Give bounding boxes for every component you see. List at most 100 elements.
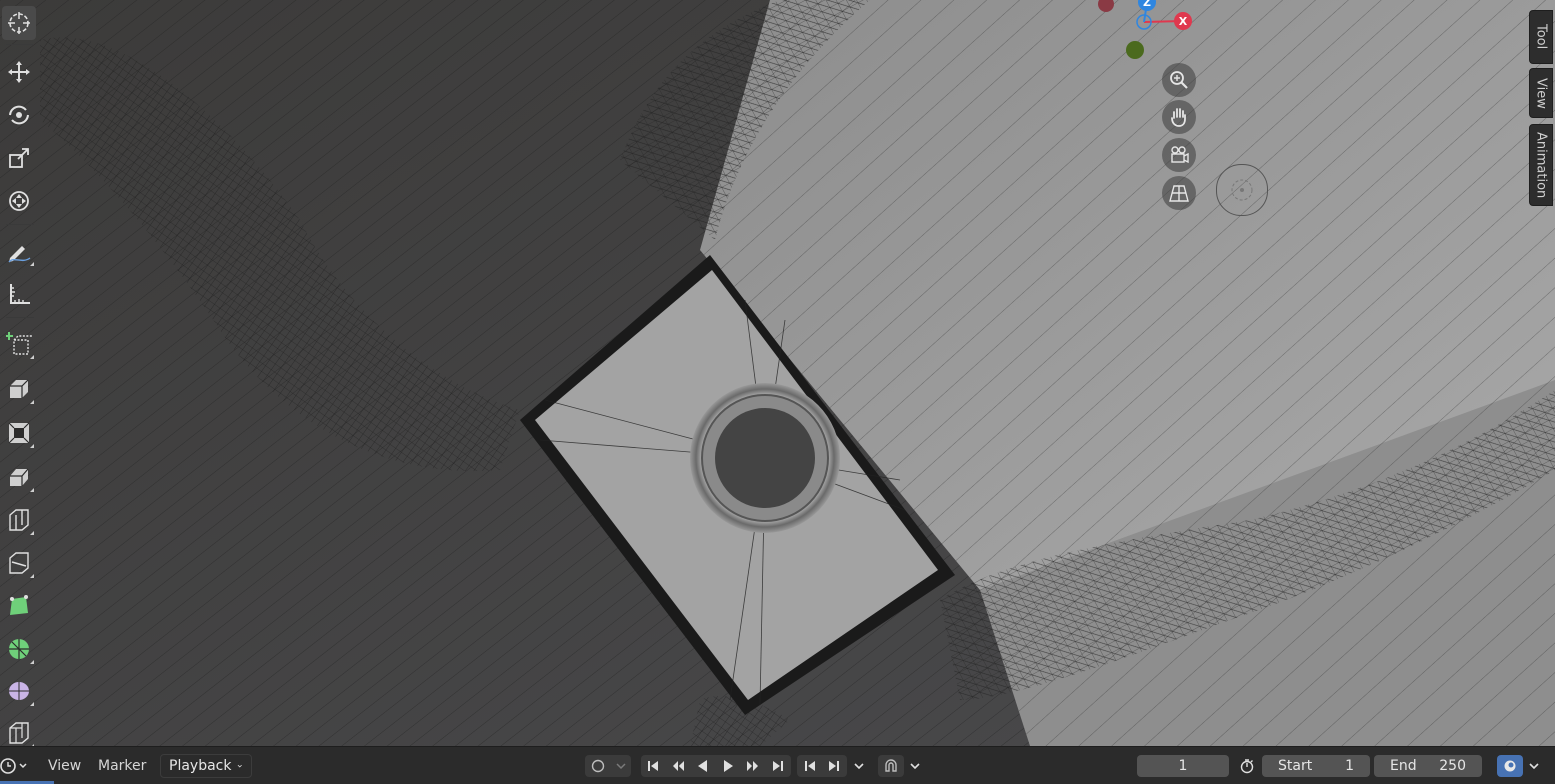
bevel-tool-button[interactable]	[2, 460, 36, 494]
magnet-icon	[885, 759, 897, 772]
extrude-icon	[10, 379, 29, 398]
measure-tool-button[interactable]	[2, 277, 36, 311]
current-frame-value: 1	[1178, 758, 1188, 774]
spin-tool-button[interactable]	[2, 632, 36, 666]
tab-animation[interactable]: Animation	[1529, 124, 1553, 206]
jump-to-start-button[interactable]	[641, 755, 665, 777]
zoom-icon	[1170, 71, 1188, 89]
next-keyframe-icon	[747, 761, 758, 771]
play-button[interactable]	[716, 755, 740, 777]
end-frame-field[interactable]: End 250	[1374, 755, 1482, 777]
rotate-tool-button[interactable]	[2, 98, 36, 132]
z-axis-label: Z	[1143, 0, 1151, 9]
tab-tool-label: Tool	[1533, 24, 1549, 50]
auto-keying-toggle[interactable]	[585, 755, 611, 777]
poly-build-tool-button[interactable]	[2, 589, 36, 623]
playback-dropdown[interactable]: Playback	[160, 754, 252, 778]
shear-tool-button[interactable]	[2, 716, 36, 746]
playback-dropdown-label: Playback	[169, 758, 232, 774]
record-icon	[591, 759, 605, 773]
start-frame-field[interactable]: Start 1	[1262, 755, 1370, 777]
snap-options-dropdown[interactable]	[903, 755, 927, 777]
inset-icon	[8, 422, 30, 444]
camera-icon	[1171, 146, 1189, 164]
sync-options-dropdown[interactable]	[1522, 755, 1546, 777]
transform-icon	[9, 191, 29, 211]
move-tool-button[interactable]	[2, 55, 36, 89]
tab-tool[interactable]: Tool	[1529, 10, 1553, 64]
stopwatch-icon	[1240, 759, 1254, 774]
camera-view-button[interactable]	[1162, 138, 1196, 172]
next-frame-icon	[829, 761, 839, 771]
loop-cut-icon	[9, 509, 29, 531]
play-reverse-button[interactable]	[691, 755, 715, 777]
editor-type-selector[interactable]	[0, 747, 34, 784]
annotate-icon	[8, 246, 31, 263]
mesh-wireframe-view	[0, 0, 1555, 746]
3d-viewport[interactable]: Z X Tool View Animation	[0, 0, 1555, 746]
tab-view[interactable]: View	[1529, 68, 1553, 118]
sync-mode-button[interactable]	[1497, 755, 1523, 777]
chevron-down-icon	[854, 763, 864, 770]
prev-frame-button[interactable]	[798, 755, 822, 777]
prev-frame-icon	[805, 761, 815, 771]
jump-prev-keyframe-button[interactable]	[666, 755, 690, 777]
view-lock-widget[interactable]	[1216, 164, 1268, 216]
rotate-icon	[9, 105, 29, 125]
knife-tool-button[interactable]	[2, 546, 36, 580]
jump-next-keyframe-button[interactable]	[741, 755, 765, 777]
next-frame-button[interactable]	[822, 755, 846, 777]
smooth-tool-button[interactable]	[2, 674, 36, 708]
bevel-icon	[10, 468, 29, 486]
neg-y-axis-handle[interactable]	[1126, 41, 1144, 59]
grid-icon	[1169, 185, 1189, 202]
view-menu[interactable]: View	[48, 747, 81, 784]
cursor-icon	[8, 12, 30, 34]
annotate-tool-button[interactable]	[2, 234, 36, 268]
jump-to-end-button[interactable]	[766, 755, 790, 777]
add-cube-tool-button[interactable]	[2, 327, 36, 361]
loop-cut-tool-button[interactable]	[2, 503, 36, 537]
pan-button[interactable]	[1162, 100, 1196, 134]
tool-shelf	[0, 0, 42, 746]
smooth-icon	[9, 682, 29, 700]
end-frame-value: 250	[1439, 758, 1466, 774]
neg-x-axis-handle[interactable]	[1098, 0, 1114, 12]
knife-icon	[9, 552, 29, 574]
start-frame-label: Start	[1278, 758, 1313, 774]
move-icon	[8, 61, 30, 83]
keying-options-dropdown[interactable]	[611, 755, 631, 777]
chevron-down-icon	[1529, 763, 1539, 770]
play-icon	[724, 760, 733, 772]
timeline-header: View Marker Playback 1 Start 1 End 250	[0, 746, 1555, 784]
tab-animation-label: Animation	[1533, 131, 1549, 199]
chevron-down-icon	[238, 764, 243, 768]
poly-build-icon	[10, 595, 28, 615]
clock-icon	[0, 757, 27, 774]
shear-icon	[9, 722, 29, 744]
snap-toggle[interactable]	[878, 755, 904, 777]
use-preview-range-toggle[interactable]	[1235, 755, 1259, 777]
end-frame-label: End	[1390, 758, 1417, 774]
inset-tool-button[interactable]	[2, 416, 36, 450]
current-frame-field[interactable]: 1	[1137, 755, 1229, 777]
navigation-gizmo[interactable]: Z X	[1090, 0, 1200, 70]
spin-icon	[9, 639, 29, 659]
chevron-down-icon	[616, 763, 626, 770]
extrude-tool-button[interactable]	[2, 372, 36, 406]
scale-tool-button[interactable]	[2, 141, 36, 175]
cursor-tool-button[interactable]	[2, 6, 36, 40]
ortho-toggle-button[interactable]	[1162, 176, 1196, 210]
tab-view-label: View	[1533, 77, 1549, 109]
marker-menu[interactable]: Marker	[98, 747, 146, 784]
prev-keyframe-icon	[673, 761, 684, 771]
jump-end-icon	[773, 761, 783, 771]
x-axis-label: X	[1179, 15, 1188, 28]
frame-options-dropdown[interactable]	[847, 755, 871, 777]
start-frame-value: 1	[1345, 758, 1354, 774]
hand-icon	[1171, 108, 1186, 127]
speaker-icon	[1504, 760, 1516, 772]
transform-tool-button[interactable]	[2, 184, 36, 218]
chevron-down-icon	[910, 763, 920, 770]
zoom-button[interactable]	[1162, 63, 1196, 97]
